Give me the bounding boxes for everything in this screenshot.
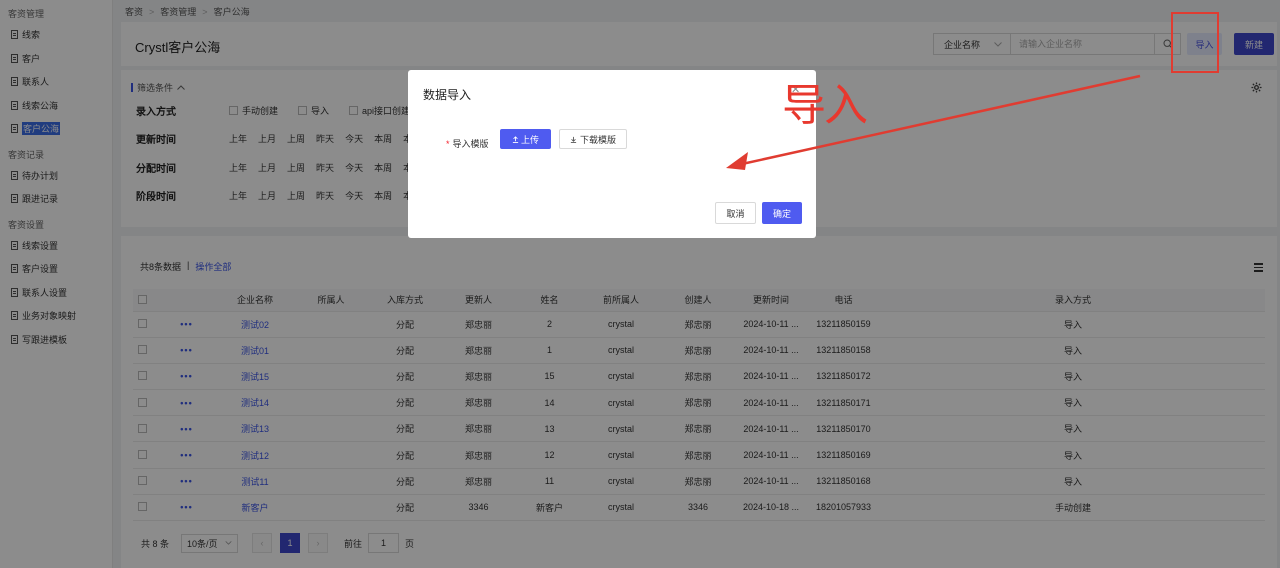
annotation-text: 导入 [782,80,868,131]
annotation-arrow [726,74,1141,170]
